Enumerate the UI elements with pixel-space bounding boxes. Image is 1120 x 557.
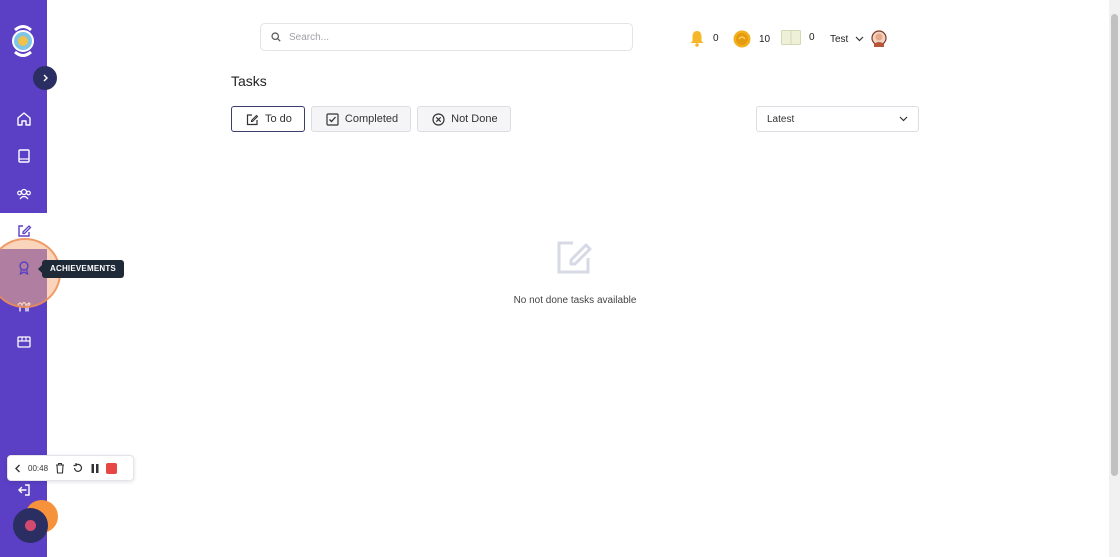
tab-label: To do [265, 113, 292, 125]
store-icon [16, 336, 31, 348]
search-bar [260, 23, 633, 51]
scrollbar-thumb[interactable] [1111, 14, 1118, 476]
scrollbar[interactable] [1109, 0, 1120, 557]
recorder-toolbar: 00:48 [7, 455, 134, 481]
award-icon [18, 261, 29, 276]
recorder-delete-button[interactable] [54, 462, 66, 474]
logout-icon [17, 484, 30, 496]
avatar [871, 30, 887, 47]
bell-icon [690, 31, 704, 47]
chevron-left-icon [15, 464, 20, 472]
tab-label: Completed [344, 113, 399, 125]
group-icon [16, 188, 31, 200]
tab-to-do[interactable]: To do [231, 106, 305, 132]
user-name: Test [830, 33, 849, 45]
trash-icon [56, 462, 65, 474]
close-circle-icon [432, 112, 445, 126]
sidebar-item-community[interactable] [0, 176, 47, 212]
cards-icon [781, 30, 801, 45]
coins[interactable]: 10 [733, 30, 770, 48]
recorder-pause-button[interactable] [90, 463, 100, 474]
sidebar-item-store[interactable] [0, 324, 47, 360]
recorder-stop-button[interactable] [106, 462, 118, 474]
notifications-count: 0 [713, 33, 719, 44]
chevron-down-icon [855, 36, 864, 42]
restart-icon [73, 463, 83, 472]
record-dot-icon [25, 520, 36, 531]
cards[interactable]: 0 [781, 30, 815, 45]
edit-icon [246, 113, 259, 125]
user-menu[interactable]: Test [830, 30, 887, 48]
edit-icon [557, 241, 592, 274]
coins-count: 10 [759, 33, 771, 45]
chevron-down-icon [899, 116, 908, 122]
achievements-tooltip: ACHIEVEMENTS [38, 260, 124, 278]
sort-select[interactable]: Latest [756, 106, 919, 132]
empty-state-message: No not done tasks available [513, 295, 637, 306]
recorder-time: 00:48 [28, 463, 49, 473]
book-icon [17, 149, 30, 163]
search-input[interactable] [289, 31, 609, 43]
coin-icon [733, 30, 751, 48]
page-title: Tasks [231, 73, 267, 89]
sidebar-item-book[interactable] [0, 138, 47, 174]
recorder-restart-button[interactable] [72, 462, 84, 474]
sidebar-expand-button[interactable] [33, 66, 57, 90]
tab-not-done[interactable]: Not Done [417, 106, 511, 132]
empty-state: No not done tasks available [500, 237, 650, 306]
tab-completed[interactable]: Completed [310, 106, 412, 132]
chevron-right-icon [43, 74, 48, 82]
edit-icon [17, 225, 31, 237]
checkbox-icon [326, 112, 339, 126]
recording-indicator-button[interactable] [13, 508, 48, 543]
tab-label: Not Done [451, 113, 498, 125]
sort-selected-value: Latest [767, 113, 795, 125]
recorder-back-button[interactable] [14, 464, 22, 473]
sidebar-item-home[interactable] [0, 101, 47, 137]
app-logo[interactable] [6, 20, 40, 60]
task-tabs: To do Completed Not Done [231, 106, 511, 132]
home-icon [16, 112, 31, 126]
pause-icon [91, 463, 99, 473]
notifications[interactable]: 0 [689, 30, 719, 47]
search-icon [271, 32, 281, 42]
cards-count: 0 [809, 32, 815, 43]
